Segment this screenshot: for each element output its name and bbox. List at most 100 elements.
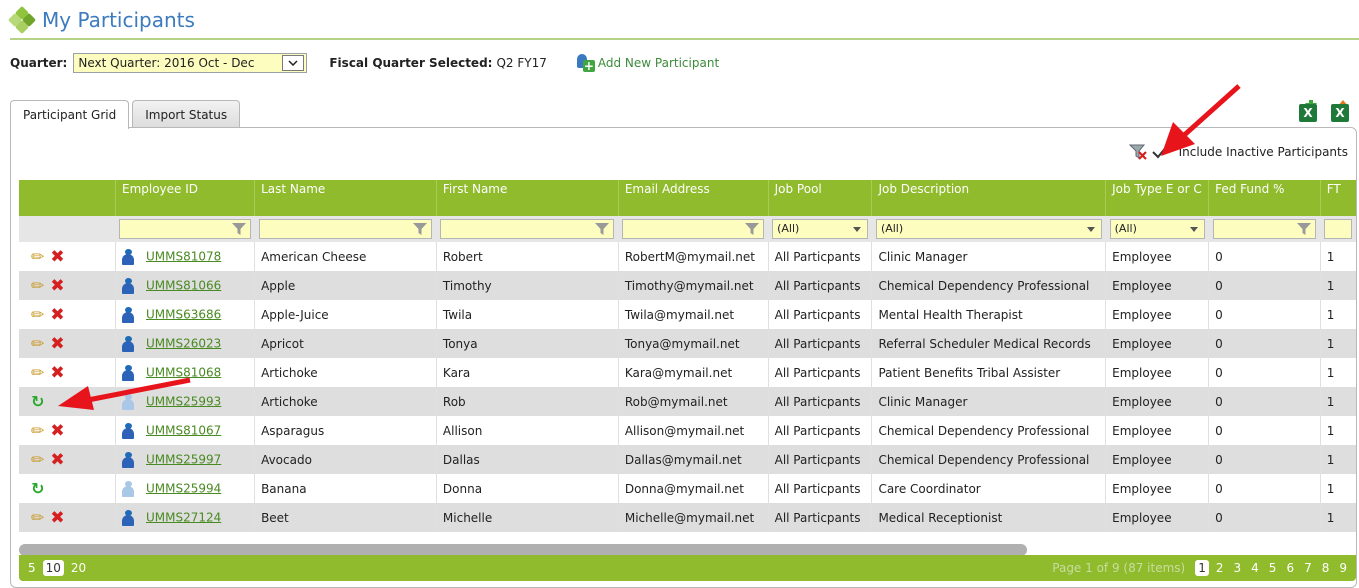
employee-id-link[interactable]: UMMS25994 [146,481,221,495]
include-inactive-label: Include Inactive Participants [1178,145,1348,159]
person-icon [121,248,134,265]
col-fed-fund-header[interactable]: Fed Fund % [1208,180,1321,216]
page-size-option[interactable]: 10 [42,560,64,576]
tab-import-status[interactable]: Import Status [132,100,241,128]
col-ft-header[interactable]: FT [1319,180,1356,216]
edit-icon[interactable]: ✏ [31,276,44,295]
last-name-filter[interactable] [258,219,433,239]
restore-icon[interactable]: ↻ [31,479,44,498]
email-cell: Kara@mymail.net [617,358,769,387]
page-number-button[interactable]: 5 [1266,560,1280,576]
page-number-button[interactable]: 4 [1248,560,1262,576]
edit-icon[interactable]: ✏ [31,508,44,527]
page-size-option[interactable]: 20 [68,560,89,576]
job-pool-filter[interactable]: (All) [772,219,868,239]
page-number-button[interactable]: 3 [1231,560,1245,576]
chevron-down-icon[interactable] [1189,227,1198,232]
col-email-header[interactable]: Email Address [617,180,769,216]
tab-participant-grid[interactable]: Participant Grid [10,100,130,129]
employee-id-link[interactable]: UMMS81078 [146,249,221,263]
employee-id-link[interactable]: UMMS25993 [146,394,221,408]
job-description-cell: Medical Receptionist [871,503,1106,532]
edit-icon[interactable]: ✏ [31,247,44,266]
page-number-button[interactable]: 2 [1213,560,1227,576]
filter-icon[interactable] [413,223,428,235]
job-description-filter[interactable]: (All) [875,219,1102,239]
delete-icon[interactable]: ✖ [50,247,64,267]
export-toolbar: X X [1297,100,1353,124]
include-inactive-checkbox[interactable] [1151,144,1169,160]
job-type-filter[interactable]: (All) [1109,219,1205,239]
page-number-button[interactable]: 6 [1283,560,1297,576]
clear-filter-icon[interactable] [1128,144,1147,160]
table-row[interactable]: ✏ ✖ UMMS81066 Apple Timothy Timothy@mymail.ne… [19,271,1356,300]
employee-id-link[interactable]: UMMS81068 [146,365,221,379]
col-first-name-header[interactable]: First Name [435,180,619,216]
ft-filter[interactable] [1324,219,1352,239]
table-row[interactable]: ✏ ✖ UMMS81078 American Cheese Robert RobertM@… [19,242,1356,271]
employee-id-link[interactable]: UMMS27124 [146,510,221,524]
chevron-down-icon[interactable] [1086,227,1095,232]
filter-icon[interactable] [231,223,246,235]
first-name-cell: Rob [435,387,619,416]
person-icon [121,335,134,352]
delete-icon[interactable]: ✖ [50,421,64,441]
col-job-pool-header[interactable]: Job Pool [767,180,872,216]
restore-icon[interactable]: ↻ [31,392,44,411]
fiscal-quarter-label: Fiscal Quarter Selected: [329,56,493,70]
email-filter[interactable] [622,219,765,239]
job-type-cell: Employee [1105,474,1209,503]
employee-id-link[interactable]: UMMS25997 [146,452,221,466]
delete-icon[interactable]: ✖ [50,334,64,354]
table-row[interactable]: ✏ ✖ UMMS63686 Apple-Juice Twila Twila@mymail.… [19,300,1356,329]
table-row[interactable]: ✏ ✖ UMMS81068 Artichoke Kara Kara@mymail.net A… [19,358,1356,387]
job-description-cell: Clinic Manager [871,387,1106,416]
excel-export-icon[interactable]: X [1329,100,1353,124]
table-row[interactable]: ↻ UMMS25993 Artichoke Rob Rob@mymail.net All … [19,387,1356,416]
employee-id-link[interactable]: UMMS26023 [146,336,221,350]
delete-icon[interactable]: ✖ [50,450,64,470]
page-number-button[interactable]: 9 [1336,560,1350,576]
last-name-cell: Banana [254,474,437,503]
fed-fund-filter[interactable] [1212,219,1317,239]
chevron-down-icon[interactable] [852,227,861,232]
table-row[interactable]: ↻ UMMS25994 Banana Donna Donna@mymail.net All… [19,474,1356,503]
add-participant-button[interactable]: + Add New Participant [575,54,719,72]
table-row[interactable]: ✏ ✖ UMMS27124 Beet Michelle Michelle@mymail.n… [19,503,1356,532]
filter-icon[interactable] [595,223,610,235]
filter-icon[interactable] [1297,223,1312,235]
chevron-down-icon[interactable] [282,55,305,71]
edit-icon[interactable]: ✏ [31,450,44,469]
page-number-button[interactable]: 1 [1195,560,1209,576]
table-row[interactable]: ✏ ✖ UMMS26023 Apricot Tonya Tonya@mymail.net A… [19,329,1356,358]
edit-icon[interactable]: ✏ [31,363,44,382]
edit-icon[interactable]: ✏ [31,334,44,353]
delete-icon[interactable]: ✖ [50,508,64,528]
first-name-filter[interactable] [440,219,615,239]
delete-icon[interactable]: ✖ [50,276,64,296]
job-description-cell: Chemical Dependency Professional [871,445,1106,474]
table-row[interactable]: ✏ ✖ UMMS81067 Asparagus Allison Allison@mymai… [19,416,1356,445]
col-job-description-header[interactable]: Job Description [871,180,1106,216]
employee-id-link[interactable]: UMMS81067 [146,423,221,437]
filter-icon[interactable] [745,223,760,235]
quarter-select[interactable]: Next Quarter: 2016 Oct - Dec [73,53,308,73]
delete-icon[interactable]: ✖ [50,305,64,325]
col-job-type-header[interactable]: Job Type E or C [1105,180,1209,216]
table-row[interactable]: ✏ ✖ UMMS25997 Avocado Dallas Dallas@mymail.ne… [19,445,1356,474]
page-number-button[interactable]: 7 [1301,560,1315,576]
employee-id-link[interactable]: UMMS63686 [146,307,221,321]
employee-id-link[interactable]: UMMS81066 [146,278,221,292]
excel-import-icon[interactable]: X [1297,100,1321,124]
col-last-name-header[interactable]: Last Name [254,180,437,216]
employee-id-filter[interactable] [119,219,251,239]
col-employee-id-header[interactable]: Employee ID [114,180,255,216]
page-size-option[interactable]: 5 [25,560,39,576]
fed-fund-cell: 0 [1208,358,1321,387]
job-type-cell: Employee [1105,271,1209,300]
fed-fund-cell: 0 [1208,271,1321,300]
edit-icon[interactable]: ✏ [31,421,44,440]
page-number-button[interactable]: 8 [1319,560,1333,576]
delete-icon[interactable]: ✖ [50,363,64,383]
edit-icon[interactable]: ✏ [31,305,44,324]
